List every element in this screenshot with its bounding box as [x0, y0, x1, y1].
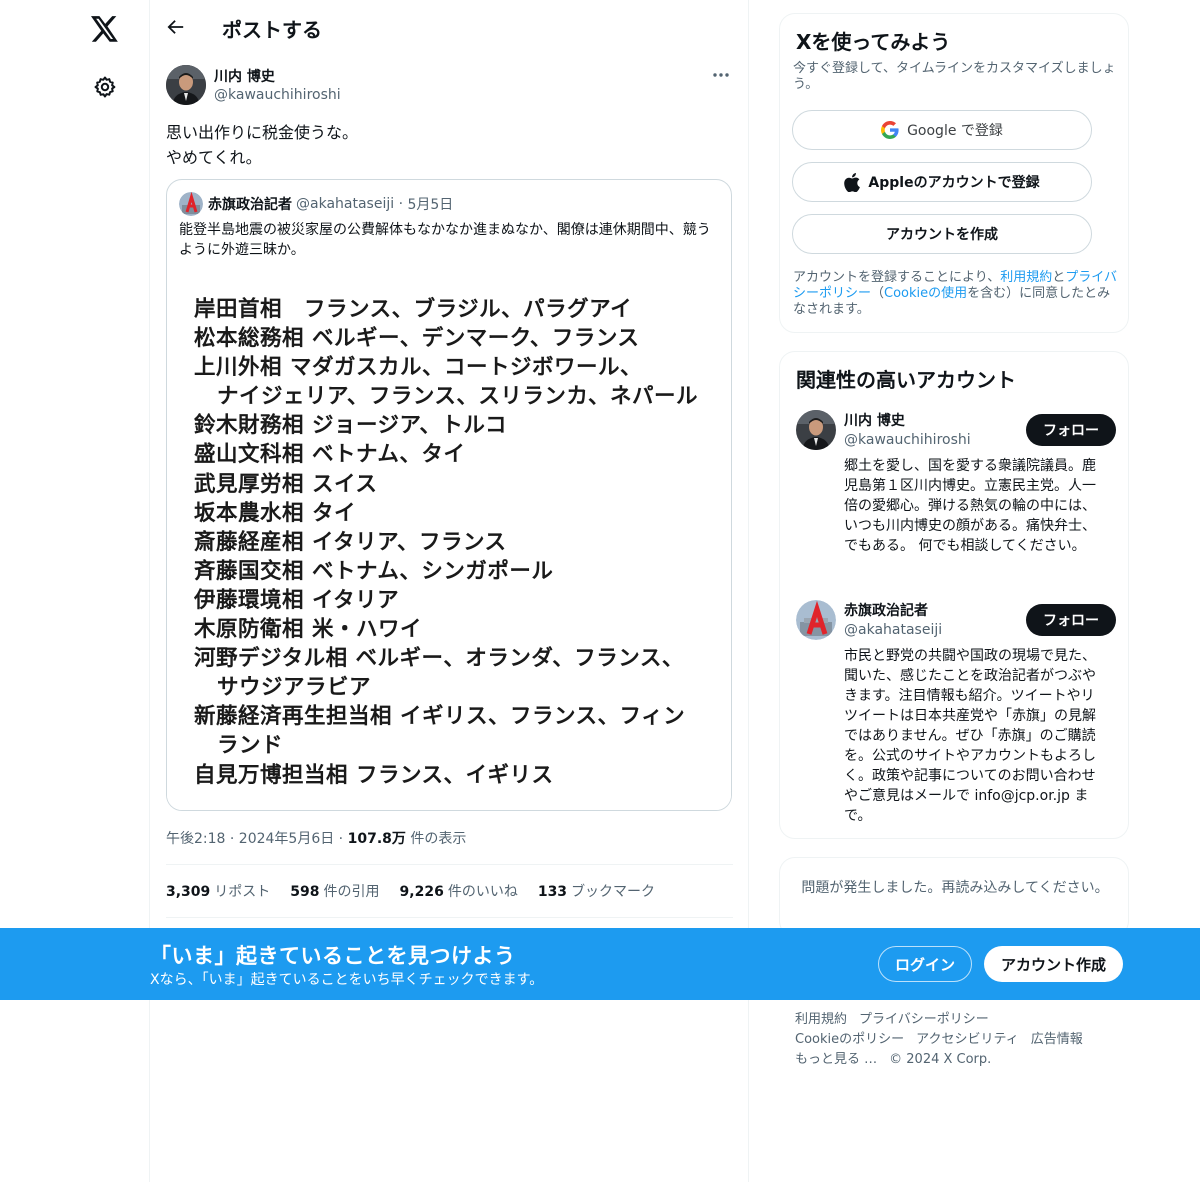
stat-label: リポスト	[214, 884, 271, 900]
page-header: ポストする	[150, 0, 749, 54]
stat-item[interactable]: 3,309 リポスト	[166, 881, 270, 901]
main-column: ポストする 川内 博史 @kawauchihiroshi 思い出作りに税金使うな…	[150, 0, 749, 1182]
quoted-tweet[interactable]: 赤旗政治記者 @akahataseiji · 5月5日 能登半島地震の被災家屋の…	[166, 179, 732, 811]
minister-line: 河野デジタル相 ベルギー、オランダ、フランス、	[194, 646, 684, 672]
footer-link[interactable]: Cookieのポリシー	[795, 1032, 904, 1047]
footer-link[interactable]: もっと見る …	[795, 1052, 877, 1067]
stat-item[interactable]: 133 ブックマーク	[538, 881, 655, 901]
minister-line: サウジアラビア	[217, 675, 372, 701]
quoted-image[interactable]: 岸田首相 フランス、ブラジル、パラグアイ 松本総務相 ベルギー、デンマーク、フラン…	[167, 280, 731, 810]
stat-value: 133	[537, 884, 568, 900]
minister-line: 鈴木財務相 ジョージア、トルコ	[194, 413, 507, 439]
stat-value: 3,309	[166, 884, 211, 900]
quoted-author-name: 赤旗政治記者	[208, 197, 292, 213]
tweet-author: 川内 博史 @kawauchihiroshi	[166, 64, 736, 108]
quoted-date: 5月5日	[407, 197, 454, 213]
gear-icon[interactable]	[84, 66, 126, 108]
create-account-button[interactable]: アカウントを作成	[792, 214, 1092, 254]
account-bio: 郷土を愛し、国を愛する衆議院議員。鹿児島第１区川内博史。立憲民主党。人一倍の愛郷…	[844, 458, 1096, 554]
banner-subtitle: Xなら、「いま」起きていることをいち早くチェックできます。	[150, 972, 544, 988]
signup-title: Xを使ってみよう	[796, 30, 951, 54]
apple-signup-label: Appleのアカウントで登録	[868, 175, 1040, 191]
back-arrow-icon[interactable]	[160, 11, 192, 43]
stat-label: ブックマーク	[571, 884, 656, 900]
signup-card: Xを使ってみよう 今すぐ登録して、タイムラインをカスタマイズしましょう。 Goo…	[779, 13, 1129, 333]
footer-link[interactable]: プライバシーポリシー	[859, 1012, 989, 1027]
minister-line: 盛山文科相 ベトナム、タイ	[194, 442, 466, 468]
minister-line: 松本総務相 ベルギー、デンマーク、フランス	[194, 326, 640, 352]
minister-line: 伊藤環境相 イタリア	[194, 587, 400, 613]
tweet-stats: 3,309 リポスト 598 件の引用 9,226 件のいいね 133 ブックマーク	[166, 881, 655, 901]
view-count: 107.8万	[347, 831, 406, 847]
error-card: 問題が発生しました。再読み込みしてください。	[779, 857, 1129, 937]
quoted-author-handle: @akahataseiji	[296, 196, 395, 212]
author-handle[interactable]: @kawauchihiroshi	[214, 87, 341, 103]
apple-signup-button[interactable]: Appleのアカウントで登録	[792, 162, 1092, 202]
footer-link[interactable]: © 2024 X Corp.	[889, 1052, 991, 1067]
avatar[interactable]	[166, 65, 206, 105]
minister-line: 自見万博担当相 フランス、イギリス	[194, 762, 554, 788]
legal-notice: アカウントを登録することにより、利用規約とプライバシーポリシー（Cookieの使…	[793, 270, 1118, 317]
footer-links: 利用規約 プライバシーポリシー Cookieのポリシー アクセシビリティ 広告情報もっと…	[795, 1010, 1115, 1070]
minister-line: ランド	[217, 733, 284, 759]
minister-line: 坂本農水相 タイ	[194, 500, 356, 526]
x-logo-icon[interactable]	[84, 8, 126, 50]
relevant-accounts-card: 関連性の高いアカウント 川内 博史 @kawauchihiroshi フォロー …	[779, 351, 1129, 839]
tweet-timestamp: 午後2:18 · 2024年5月6日 · 107.8万 件の表示	[166, 831, 467, 847]
minister-line: 岸田首相 フランス、ブラジル、パラグアイ	[194, 297, 633, 322]
divider	[166, 917, 733, 918]
divider	[166, 864, 733, 865]
follow-button[interactable]: フォロー	[1026, 414, 1116, 446]
minister-line: 上川外相 マダガスカル、コートジボワール、	[194, 355, 642, 381]
banner-title: 「いま」起きていることを見つけよう	[150, 944, 516, 968]
footer-link[interactable]: 利用規約	[795, 1012, 847, 1027]
avatar[interactable]	[796, 410, 836, 450]
follow-button[interactable]: フォロー	[1026, 604, 1116, 636]
signup-banner: 「いま」起きていることを見つけよう Xなら、「いま」起きていることをいち早くチェ…	[0, 928, 1200, 1000]
minister-list: 岸田首相 フランス、ブラジル、パラグアイ 松本総務相 ベルギー、デンマーク、フラン…	[194, 295, 724, 790]
quoted-tweet-header: 赤旗政治記者 @akahataseiji · 5月5日	[179, 192, 453, 216]
minister-line: 木原防衛相 米・ハワイ	[194, 617, 422, 643]
apple-icon	[844, 172, 861, 192]
create-account-label: アカウントを作成	[886, 227, 998, 243]
error-message: 問題が発生しました。再読み込みしてください。	[801, 880, 1109, 896]
minister-line: 斉藤国交相 ベトナム、シンガポール	[194, 558, 554, 584]
account-handle[interactable]: @akahataseiji	[844, 622, 942, 638]
google-signup-label: Google で登録	[907, 123, 1003, 139]
account-bio: 市民と野党の共闘や国政の現場で見た、聞いた、感じたことを政治記者がつぶやきます。…	[844, 648, 1096, 824]
login-button[interactable]: ログイン	[878, 946, 972, 982]
footer-link[interactable]: アクセシビリティ	[916, 1032, 1019, 1047]
avatar	[179, 192, 203, 216]
signup-button[interactable]: アカウント作成	[984, 946, 1123, 982]
google-icon	[881, 121, 899, 139]
avatar[interactable]	[796, 600, 836, 640]
stat-item[interactable]: 598 件の引用	[290, 881, 379, 901]
footer-link[interactable]: 広告情報	[1031, 1032, 1083, 1047]
quoted-text: 能登半島地震の被災家屋の公費解体もなかなか進まぬなか、閣僚は連休期間中、競うよう…	[179, 222, 711, 258]
terms-link[interactable]: 利用規約	[1000, 270, 1052, 285]
stat-item[interactable]: 9,226 件のいいね	[400, 881, 518, 901]
google-signup-button[interactable]: Google で登録	[792, 110, 1092, 150]
separator: ·	[394, 196, 408, 212]
account-name[interactable]: 赤旗政治記者	[844, 600, 928, 620]
stat-value: 9,226	[399, 884, 444, 900]
stat-label: 件の引用	[323, 884, 380, 900]
minister-line: ナイジェリア、フランス、スリランカ、ネパール	[217, 384, 698, 410]
account-handle[interactable]: @kawauchihiroshi	[844, 432, 971, 448]
minister-line: 武見厚労相 スイス	[194, 471, 378, 497]
relevant-title: 関連性の高いアカウント	[796, 368, 1016, 392]
signup-subtitle: 今すぐ登録して、タイムラインをカスタマイズしましょう。	[793, 61, 1116, 92]
author-name[interactable]: 川内 博史	[214, 66, 275, 86]
more-icon[interactable]	[706, 64, 736, 86]
page-title: ポストする	[222, 18, 322, 42]
stat-value: 598	[290, 884, 320, 900]
left-nav	[0, 0, 150, 1182]
cookie-link[interactable]: Cookieの使用	[884, 286, 967, 301]
minister-line: 新藤経済再生担当相 イギリス、フランス、フィン	[194, 704, 686, 730]
account-name[interactable]: 川内 博史	[844, 410, 905, 430]
tweet-text: 思い出作りに税金使うな。 やめてくれ。	[166, 123, 359, 167]
minister-line: 斎藤経産相 イタリア、フランス	[194, 529, 507, 555]
stat-label: 件のいいね	[447, 884, 518, 900]
